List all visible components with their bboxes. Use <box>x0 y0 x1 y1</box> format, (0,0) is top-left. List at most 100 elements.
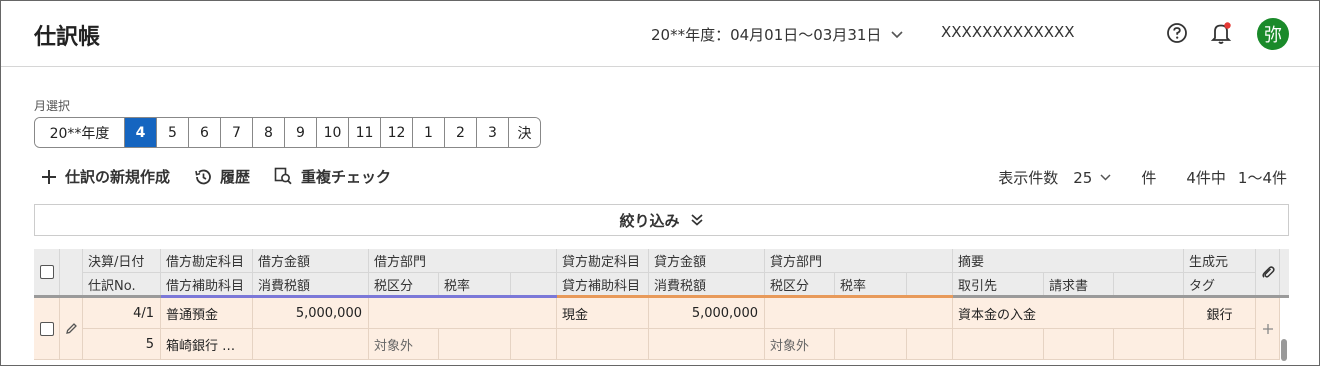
month-10[interactable]: 10 <box>316 118 348 147</box>
header-credit-account[interactable]: 貸方勘定科目 <box>557 249 649 272</box>
month-9[interactable]: 9 <box>284 118 316 147</box>
header-debit-account[interactable]: 借方勘定科目 <box>161 249 253 272</box>
month-11[interactable]: 11 <box>348 118 380 147</box>
month-6[interactable]: 6 <box>188 118 220 147</box>
month-closing[interactable]: 決 <box>508 118 540 147</box>
page-title: 仕訳帳 <box>34 25 101 50</box>
header-summary-blank <box>1114 272 1184 295</box>
header-credit-amount[interactable]: 貸方金額 <box>649 249 765 272</box>
pencil-icon <box>65 323 77 334</box>
help-icon[interactable] <box>1165 21 1189 45</box>
month-12[interactable]: 12 <box>380 118 412 147</box>
header-debit-sub-account[interactable]: 借方補助科目 <box>161 272 253 295</box>
header-debit-blank <box>511 272 557 295</box>
header-partner[interactable]: 取引先 <box>953 272 1044 295</box>
header-summary[interactable]: 摘要 <box>953 249 1184 272</box>
scroll-gutter <box>1280 249 1289 295</box>
header-date[interactable]: 決算/日付 <box>83 249 161 272</box>
row-debit-account[interactable]: 普通預金 <box>161 298 253 329</box>
row-source[interactable]: 銀行 <box>1184 298 1256 329</box>
row-debit-blank <box>511 329 557 360</box>
header-credit-tax-rate[interactable]: 税率 <box>835 272 907 295</box>
app-header: 仕訳帳 20**年度：04月01日〜03月31日 XXXXXXXXXXXXX 弥 <box>1 1 1319 67</box>
row-tag[interactable] <box>1184 329 1256 360</box>
duplicate-search-icon <box>274 167 292 185</box>
row-credit-tax-rate[interactable] <box>835 329 907 360</box>
month-selector-label: 月選択 <box>34 99 71 113</box>
new-entry-button[interactable]: 仕訳の新規作成 <box>41 166 170 187</box>
table-scrollbar[interactable] <box>1281 339 1287 361</box>
row-credit-amount[interactable]: 5,000,000 <box>649 298 765 329</box>
header-tag[interactable]: タグ <box>1184 272 1256 295</box>
row-checkbox-cell[interactable] <box>34 298 60 360</box>
duplicate-check-label: 重複チェック <box>301 168 392 186</box>
per-page-label: 表示件数 <box>998 169 1059 187</box>
row-credit-blank <box>907 329 953 360</box>
select-all-checkbox-cell[interactable] <box>34 249 60 295</box>
month-2[interactable]: 2 <box>444 118 476 147</box>
plus-icon <box>42 169 56 184</box>
header-credit-blank <box>907 272 953 295</box>
total-count: 4件中 <box>1186 169 1226 187</box>
chevron-down-icon <box>1100 174 1111 181</box>
notification-bell-icon[interactable] <box>1209 21 1233 45</box>
month-3[interactable]: 3 <box>476 118 508 147</box>
header-debit-tax-class[interactable]: 税区分 <box>369 272 439 295</box>
header-invoice[interactable]: 請求書 <box>1044 272 1114 295</box>
duplicate-check-button[interactable]: 重複チェック <box>274 166 391 187</box>
row-edit-button[interactable] <box>60 298 83 360</box>
history-button[interactable]: 履歴 <box>194 166 250 187</box>
history-label: 履歴 <box>220 168 251 186</box>
header-debit-dept[interactable]: 借方部門 <box>369 249 557 272</box>
filter-toggle[interactable]: 絞り込み <box>34 204 1289 236</box>
header-debit-amount[interactable]: 借方金額 <box>253 249 369 272</box>
row-partner[interactable] <box>953 329 1044 360</box>
company-name[interactable]: XXXXXXXXXXXXX <box>941 23 1075 41</box>
header-credit-tax-class[interactable]: 税区分 <box>765 272 835 295</box>
row-debit-tax[interactable] <box>253 329 369 360</box>
month-8[interactable]: 8 <box>252 118 284 147</box>
month-fiscal-year[interactable]: 20**年度 <box>35 118 124 147</box>
new-entry-label: 仕訳の新規作成 <box>65 168 171 186</box>
row-invoice[interactable] <box>1044 329 1114 360</box>
double-chevron-down-icon <box>690 214 703 226</box>
edit-column-header <box>60 249 83 295</box>
row-debit-dept[interactable] <box>369 298 557 329</box>
header-source[interactable]: 生成元 <box>1184 249 1256 272</box>
row-debit-sub-account[interactable]: 箱崎銀行 … <box>161 329 253 360</box>
month-4[interactable]: 4 <box>124 118 156 147</box>
fiscal-period-selector[interactable]: 20**年度：04月01日〜03月31日 <box>651 24 904 45</box>
attachment-column-header[interactable] <box>1256 249 1280 295</box>
pagination-info: 表示件数 25 件 4件中 1〜4件 <box>998 167 1287 188</box>
header-debit-tax-rate[interactable]: 税率 <box>439 272 511 295</box>
header-credit-dept[interactable]: 貸方部門 <box>765 249 953 272</box>
row-summary[interactable]: 資本金の入金 <box>953 298 1184 329</box>
header-debit-tax[interactable]: 消費税額 <box>253 272 369 295</box>
row-checkbox[interactable] <box>39 321 54 336</box>
row-debit-amount[interactable]: 5,000,000 <box>253 298 369 329</box>
per-page-value: 25 <box>1073 168 1093 187</box>
month-1[interactable]: 1 <box>412 118 444 147</box>
month-7[interactable]: 7 <box>220 118 252 147</box>
row-credit-tax[interactable] <box>649 329 765 360</box>
row-attachment-cell[interactable] <box>1256 298 1280 360</box>
month-5[interactable]: 5 <box>156 118 188 147</box>
header-credit-sub-account[interactable]: 貸方補助科目 <box>557 272 649 295</box>
row-credit-sub-account[interactable] <box>557 329 649 360</box>
row-date[interactable]: 4/1 <box>83 298 161 329</box>
row-slip-no[interactable]: 5 <box>83 329 161 360</box>
select-all-checkbox[interactable] <box>39 265 54 279</box>
history-icon <box>195 169 211 184</box>
header-credit-tax[interactable]: 消費税額 <box>649 272 765 295</box>
row-credit-dept[interactable] <box>765 298 953 329</box>
row-debit-tax-rate[interactable] <box>439 329 511 360</box>
toolbar: 仕訳の新規作成 履歴 重複チェック <box>41 166 391 187</box>
avatar[interactable]: 弥 <box>1257 18 1289 50</box>
header-slip-no[interactable]: 仕訳No. <box>83 272 161 295</box>
row-debit-tax-class[interactable]: 対象外 <box>369 329 439 360</box>
row-summary-blank <box>1114 329 1184 360</box>
row-credit-tax-class[interactable]: 対象外 <box>765 329 835 360</box>
row-credit-account[interactable]: 現金 <box>557 298 649 329</box>
per-page-unit: 件 <box>1141 169 1157 187</box>
per-page-select[interactable]: 25 <box>1073 169 1111 187</box>
